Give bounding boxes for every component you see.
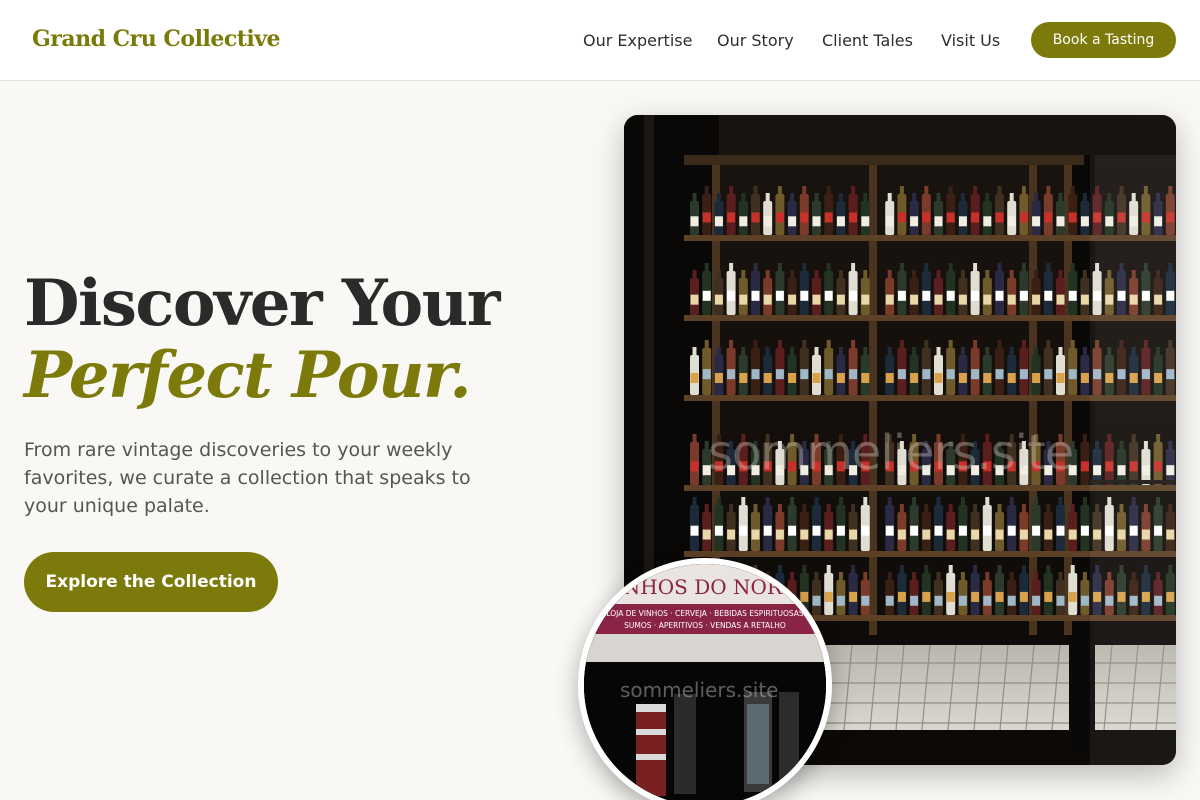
site-header: Grand Cru Collective Our Expertise Our S…: [0, 0, 1200, 81]
hero-title-line2: Perfect Pour.: [24, 338, 472, 413]
image-watermark: sommeliers.site: [708, 425, 1074, 481]
storefront-line1: LOJA DE VINHOS · CERVEJA · BEBIDAS ESPIR…: [606, 609, 804, 618]
brand-logo[interactable]: Grand Cru Collective: [32, 26, 281, 52]
storefront-line2: SUMOS · APERITIVOS · VENDAS A RETALHO: [624, 621, 786, 630]
storefront-watermark: sommeliers.site: [620, 678, 779, 702]
explore-collection-button[interactable]: Explore the Collection: [24, 552, 278, 612]
book-tasting-button[interactable]: Book a Tasting: [1031, 22, 1176, 58]
nav-visit-us[interactable]: Visit Us: [941, 31, 1000, 50]
hero-description: From rare vintage discoveries to your we…: [24, 439, 471, 517]
nav-our-expertise[interactable]: Our Expertise: [583, 31, 692, 50]
hero-title-line1: Discover Your: [24, 266, 500, 341]
nav-our-story[interactable]: Our Story: [717, 31, 794, 50]
nav-client-tales[interactable]: Client Tales: [822, 31, 913, 50]
